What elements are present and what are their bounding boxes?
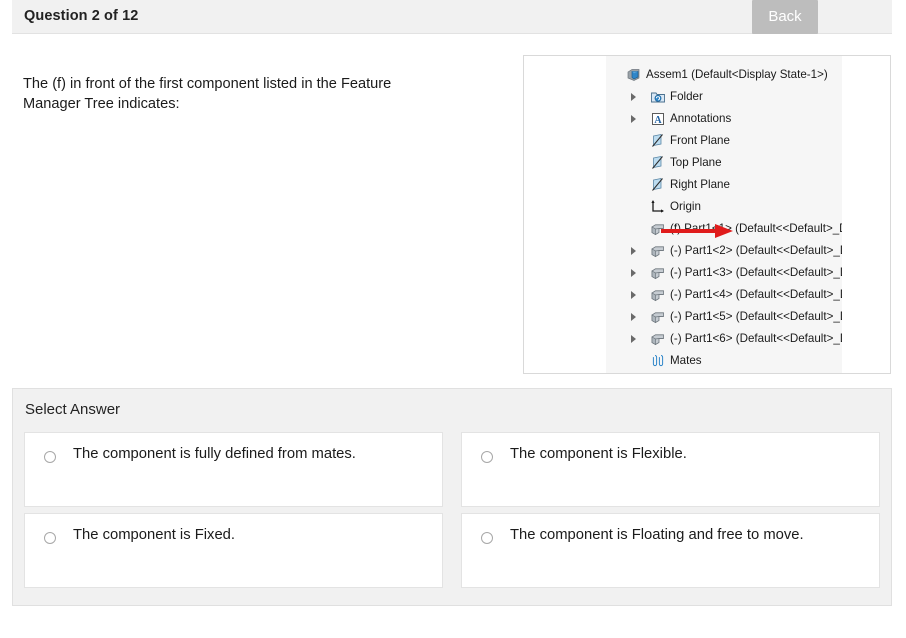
answer-radio-button[interactable]	[481, 451, 493, 463]
origin-icon	[651, 200, 664, 213]
answer-radio-button[interactable]	[44, 451, 56, 463]
expand-triangle-icon[interactable]	[631, 247, 636, 255]
red-annotation-arrow	[661, 224, 733, 238]
tree-row-label: (-) Part1<2> (Default<<Default>_Di	[670, 244, 842, 257]
select-answer-title: Select Answer	[25, 401, 121, 418]
tree-row[interactable]: (-) Part1<2> (Default<<Default>_Di	[606, 240, 842, 262]
quiz-page: Question 2 of 12 Back The (f) in front o…	[0, 0, 906, 638]
answer-option-label: The component is fully defined from mate…	[73, 446, 356, 462]
tree-row-label: (-) Part1<3> (Default<<Default>_Di	[670, 266, 842, 279]
tree-row[interactable]: (-) Part1<3> (Default<<Default>_Di	[606, 262, 842, 284]
folder-icon	[651, 92, 665, 103]
expand-triangle-icon[interactable]	[631, 93, 636, 101]
svg-text:A: A	[654, 115, 662, 126]
tree-row[interactable]: (-) Part1<5> (Default<<Default>_Di	[606, 306, 842, 328]
tree-row-label: Folder	[670, 90, 703, 103]
tree-row-label: Annotations	[670, 112, 732, 125]
tree-row[interactable]: Top Plane	[606, 152, 842, 174]
expand-triangle-icon[interactable]	[631, 115, 636, 123]
question-text: The (f) in front of the first component …	[23, 76, 392, 112]
tree-row-label: Origin	[670, 200, 701, 213]
part-icon	[651, 246, 664, 258]
answer-option-label: The component is Fixed.	[73, 527, 236, 543]
answer-option[interactable]: The component is Floating and free to mo…	[461, 513, 880, 588]
part-icon	[651, 268, 664, 280]
part-icon	[651, 290, 664, 302]
expand-triangle-icon[interactable]	[631, 291, 636, 299]
tree-row-label: Mates	[670, 354, 702, 367]
assembly-icon	[627, 69, 640, 81]
select-answer-panel: Select Answer The component is fully def…	[12, 388, 892, 606]
tree-row-label: Front Plane	[670, 134, 730, 147]
tree-row-label: (-) Part1<5> (Default<<Default>_Di	[670, 310, 842, 323]
plane-icon	[652, 178, 663, 191]
answer-option-label: The component is Flexible.	[510, 446, 687, 462]
back-button[interactable]: Back	[752, 0, 818, 34]
tree-row[interactable]: A Annotations	[606, 108, 842, 130]
expand-triangle-icon[interactable]	[631, 269, 636, 277]
question-header: Question 2 of 12 Back	[12, 0, 892, 34]
tree-row-list: Assem1 (Default<Display State-1>) Folder A…	[606, 64, 842, 372]
tree-row[interactable]: (-) Part1<6> (Default<<Default>_Di	[606, 328, 842, 350]
tree-row[interactable]: (-) Part1<4> (Default<<Default>_Di	[606, 284, 842, 306]
expand-triangle-icon[interactable]	[631, 335, 636, 343]
tree-row-label: Right Plane	[670, 178, 730, 191]
expand-triangle-icon[interactable]	[631, 313, 636, 321]
answer-options-grid: The component is fully defined from mate…	[24, 432, 880, 588]
answer-option[interactable]: The component is Fixed.	[24, 513, 443, 588]
tree-row-label: Top Plane	[670, 156, 722, 169]
part-icon	[651, 312, 664, 324]
tree-row[interactable]: Origin	[606, 196, 842, 218]
tree-panel: Assem1 (Default<Display State-1>) Folder A…	[606, 56, 842, 373]
answer-radio-button[interactable]	[481, 532, 493, 544]
part-icon	[651, 334, 664, 346]
tree-row-label: (-) Part1<4> (Default<<Default>_Di	[670, 288, 842, 301]
plane-icon	[652, 156, 663, 169]
tree-row-label: Assem1 (Default<Display State-1>)	[646, 68, 828, 81]
tree-row[interactable]: Assem1 (Default<Display State-1>)	[606, 64, 842, 86]
answer-radio-button[interactable]	[44, 532, 56, 544]
plane-icon	[652, 134, 663, 147]
feature-manager-tree-image: Assem1 (Default<Display State-1>) Folder A…	[523, 55, 891, 374]
tree-row[interactable]: Front Plane	[606, 130, 842, 152]
answer-option-label: The component is Floating and free to mo…	[510, 527, 804, 543]
answer-option[interactable]: The component is Flexible.	[461, 432, 880, 507]
tree-row[interactable]: Right Plane	[606, 174, 842, 196]
page-title: Question 2 of 12	[24, 8, 139, 24]
tree-row[interactable]: Folder	[606, 86, 842, 108]
tree-row-label: (-) Part1<6> (Default<<Default>_Di	[670, 332, 842, 345]
mates-icon	[652, 355, 664, 367]
answer-option[interactable]: The component is fully defined from mate…	[24, 432, 443, 507]
tree-row[interactable]: Mates	[606, 350, 842, 372]
annotations-icon: A	[652, 113, 664, 126]
